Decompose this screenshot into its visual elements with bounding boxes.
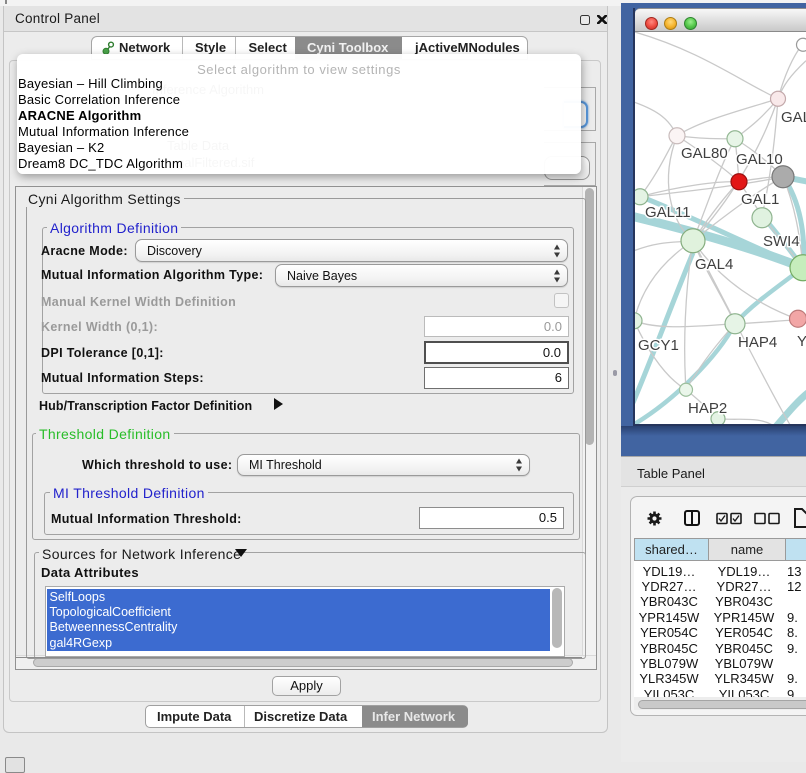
- svg-text:GAL11: GAL11: [645, 203, 691, 220]
- svg-text:GAL80: GAL80: [681, 144, 728, 161]
- svg-text:GAL7: GAL7: [781, 108, 806, 125]
- svg-text:GAL1: GAL1: [741, 190, 779, 207]
- svg-text:YM: YM: [797, 332, 806, 349]
- svg-text:HAP2: HAP2: [688, 399, 727, 416]
- svg-text:GAL10: GAL10: [736, 150, 783, 167]
- svg-text:HAP4: HAP4: [738, 333, 777, 350]
- svg-text:SWI4: SWI4: [763, 232, 800, 249]
- svg-text:GAL4: GAL4: [695, 255, 733, 272]
- svg-text:GCY1: GCY1: [638, 336, 679, 353]
